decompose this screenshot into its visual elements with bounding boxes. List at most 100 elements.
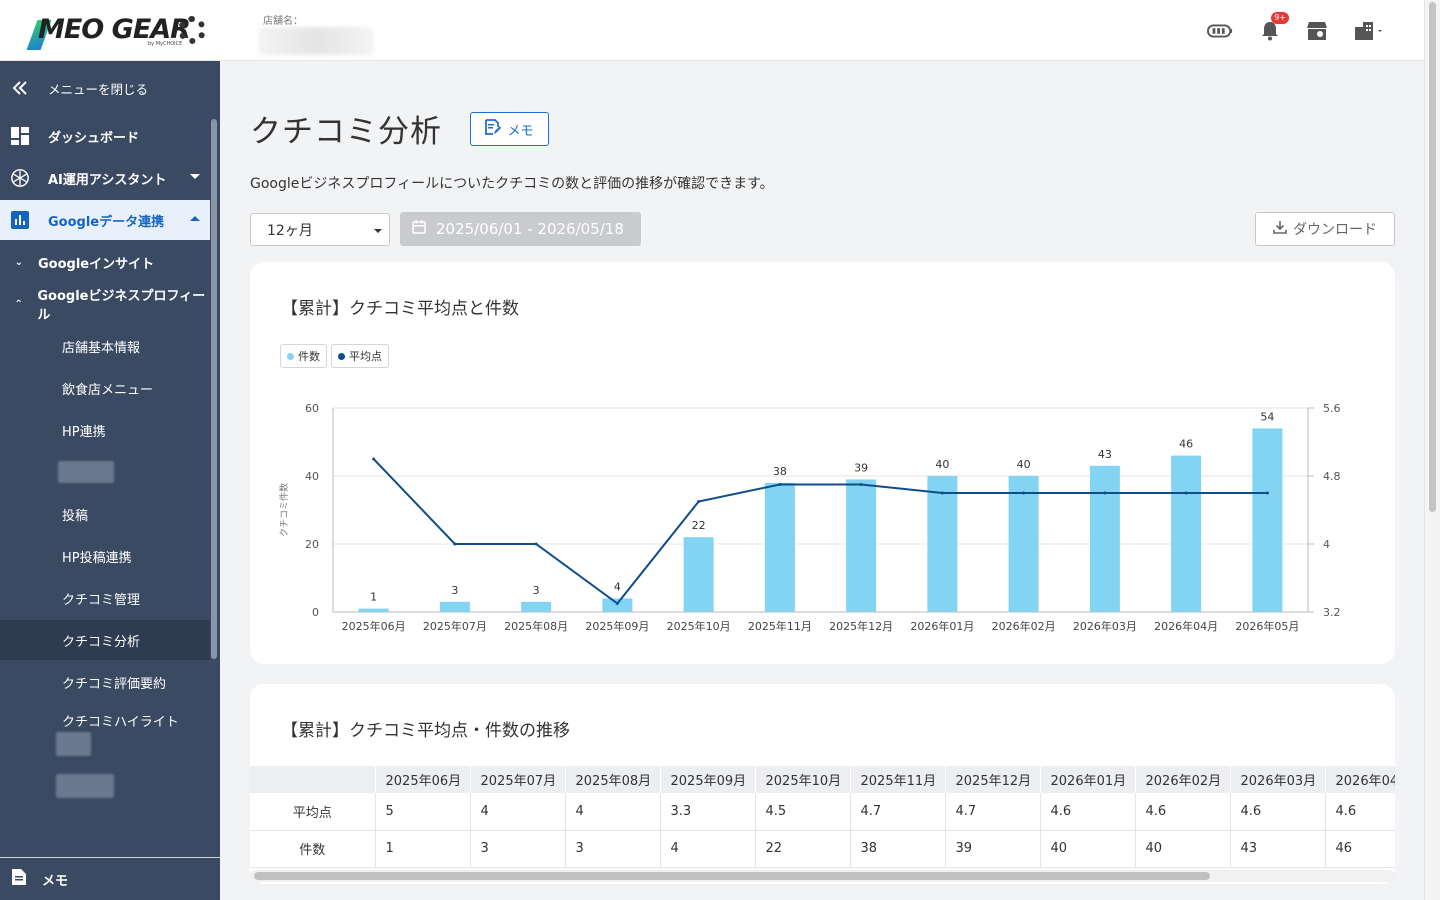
sidebar-item-gbp[interactable]: ⌃ Googleビジネスプロフィール [0,284,210,324]
y2-tick-label: 4.8 [1323,470,1341,483]
bar [521,601,552,612]
average-point [1184,491,1188,495]
sidebar-item-label: HP連携 [62,424,106,440]
sidebar-item-redacted[interactable] [58,461,114,483]
app-logo[interactable]: MEO GEAR by MyCHOICE [26,12,208,52]
average-point [697,500,701,503]
table-cell-count: 3 [565,830,661,868]
table-header-month: 2025年10月 [755,766,851,793]
legend-item-average[interactable]: 平均点 [331,344,389,368]
table-cell-average: 4 [470,793,566,831]
sidebar-item-review-highlight[interactable]: クチコミハイライト [0,700,210,740]
bar-data-label: 3 [451,584,458,597]
sidebar-item-memo[interactable]: メモ [0,857,220,900]
bar-data-label: 43 [1098,448,1112,461]
store-name-value [258,27,374,55]
bar-data-label: 3 [533,584,540,597]
sidebar-item-review-analysis[interactable]: クチコミ分析 [0,620,210,660]
average-point [1103,491,1107,495]
sidebar-item-posts[interactable]: 投稿 [0,494,210,534]
y-tick-label: 20 [305,538,319,551]
bar-data-label: 54 [1260,410,1274,423]
table-cell-count: 38 [850,830,946,868]
average-point [1022,491,1026,495]
table-cell-average: 4.6 [1325,793,1395,831]
dashboard-icon [10,126,30,146]
table-cell-count: 46 [1325,830,1395,868]
y2-tick-label: 3.2 [1323,606,1341,619]
sidebar-item-redacted[interactable] [56,732,91,756]
battery-icon[interactable] [1207,18,1233,44]
bar-data-label: 4 [614,580,621,593]
bar [683,537,714,612]
bell-icon[interactable]: 9+ [1257,12,1289,44]
row-label-count: 件数 [250,830,376,868]
sidebar-item-review-management[interactable]: クチコミ管理 [0,578,210,618]
window-scrollbar-thumb[interactable] [1429,2,1436,512]
sidebar-item-label: クチコミハイライト [62,714,179,730]
sidebar-item-google-data[interactable]: Googleデータ連携 [0,200,210,240]
sidebar-item-label: HP投稿連携 [62,550,132,566]
table-cell-average: 4.7 [945,793,1041,831]
table-cell-average: 4 [565,793,661,831]
average-line [372,458,1268,605]
memo-button[interactable]: メモ [470,112,549,146]
x-tick-label: 2025年07月 [423,619,487,633]
bar-data-label: 22 [692,519,706,532]
sidebar-item-redacted[interactable] [56,774,114,798]
page-description: Googleビジネスプロフィールについたクチコミの数と評価の推移が確認できます。 [250,176,774,192]
table-cell-count: 22 [755,830,851,868]
sidebar-item-hp-post-link[interactable]: HP投稿連携 [0,536,210,576]
date-range-value: 2025/06/01 - 2026/05/18 [436,220,624,238]
period-select-value: 12ヶ月 [267,222,313,239]
y-axis-label: クチコミ件数 [278,483,290,537]
table-cell-average: 4.6 [1135,793,1231,831]
download-button[interactable]: ダウンロード [1255,212,1395,246]
edit-note-icon [485,119,502,139]
average-point [778,483,782,486]
date-range-picker[interactable]: 2025/06/01 - 2026/05/18 [400,212,641,246]
openai-icon [10,168,30,188]
table-cell-average: 4.5 [755,793,851,831]
table-cell-average: 4.6 [1040,793,1136,831]
sidebar-item-restaurant-menu[interactable]: 飲食店メニュー [0,368,210,408]
close-menu-button[interactable]: メニューを閉じる [0,68,210,108]
sidebar-item-dashboard[interactable]: ダッシュボード [0,116,210,156]
gear-logo-icon [178,16,206,44]
sidebar-item-google-insight[interactable]: ⌄ Googleインサイト [0,242,210,282]
average-point [859,483,863,486]
table-cell-count: 39 [945,830,1041,868]
building-menu-icon[interactable] [1352,18,1388,44]
legend-item-count[interactable]: 件数 [280,344,327,368]
bar-data-label: 40 [1017,458,1031,471]
sidebar-item-store-info[interactable]: 店舗基本情報 [0,326,210,366]
bar-data-label: 38 [773,465,787,478]
sidebar-item-review-summary[interactable]: クチコミ評価要約 [0,662,210,702]
row-label-average: 平均点 [250,793,376,831]
sidebar-item-ai-assistant[interactable]: AI運用アシスタント [0,158,210,198]
sidebar-scrollbar[interactable] [211,119,217,659]
period-select[interactable]: 12ヶ月 [250,213,390,246]
window-scrollbar[interactable] [1424,0,1440,900]
sidebar-item-label: クチコミ評価要約 [62,676,167,692]
chart-legend: 件数 平均点 [280,344,389,368]
sidebar-item-label: Googleデータ連携 [48,214,165,230]
table-header-month: 2025年12月 [945,766,1041,793]
table-horizontal-scrollbar[interactable] [250,870,1395,882]
table-header-month: 2025年06月 [375,766,471,793]
x-tick-label: 2026年01月 [910,619,974,633]
store-icon[interactable] [1304,18,1330,44]
sidebar-item-hp-link[interactable]: HP連携 [0,410,210,450]
bar-chart-icon [10,210,30,230]
table-cell-average: 4.7 [850,793,946,831]
download-icon [1273,220,1287,238]
chevron-up-icon: ⌃ [14,298,23,310]
average-point [1265,491,1269,495]
average-point [534,542,538,546]
top-header: MEO GEAR by MyCHOICE 店舗名： 9+ [0,0,1424,61]
bar-data-label: 40 [935,458,949,471]
sidebar: メニューを閉じる ダッシュボード AI運用アシスタント Googleデータ連携 … [0,61,220,900]
legend-dot-average [338,352,345,360]
table-scrollbar-thumb[interactable] [254,872,1210,880]
y-tick-label: 60 [305,402,319,415]
